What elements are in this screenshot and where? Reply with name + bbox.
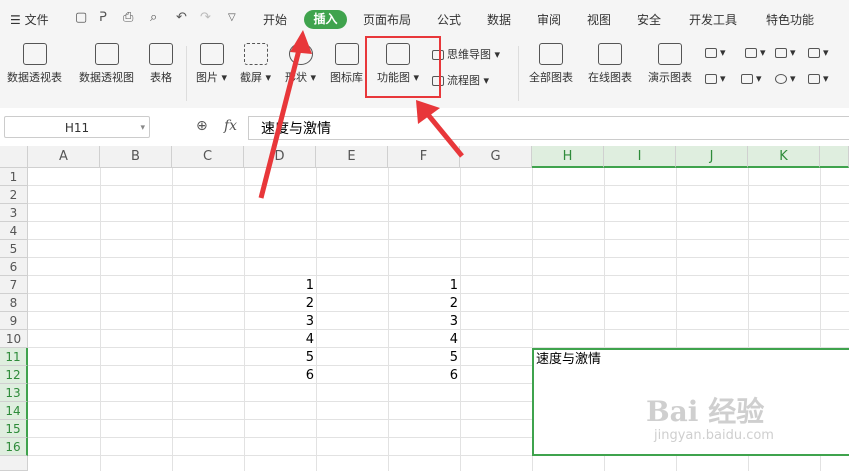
arrow-head-to-insert-tab (290, 30, 312, 54)
arrow-line-to-insert-tab (258, 41, 304, 199)
arrow-line-to-function-chart (423, 109, 464, 158)
watermark-url: jingyan.baidu.com (654, 428, 774, 443)
watermark-logo: Bai 经验 (646, 395, 765, 428)
arrow-head-to-function-chart (416, 100, 440, 124)
